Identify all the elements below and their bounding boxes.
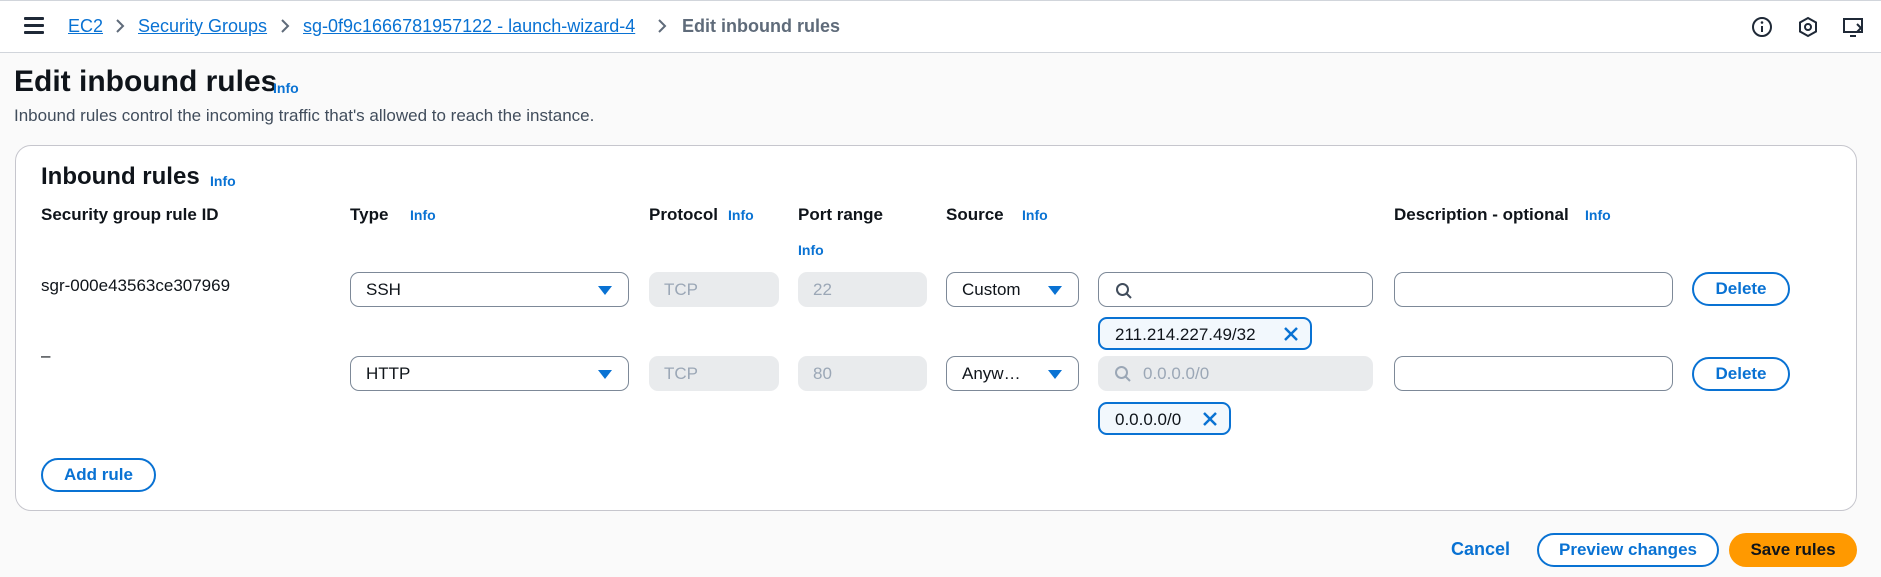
source-type-value: Custom [962, 280, 1021, 299]
close-icon[interactable] [1201, 410, 1219, 428]
breadcrumb-ec2[interactable]: EC2 [68, 16, 103, 37]
port-range-value: 80 [813, 364, 832, 383]
main-content: Edit inbound rules Info Inbound rules co… [0, 53, 1881, 577]
protocol-value: TCP [664, 280, 698, 299]
breadcrumb-current: Edit inbound rules [682, 16, 840, 36]
source-cidr-token: 211.214.227.49/32 [1098, 317, 1312, 350]
delete-rule-button[interactable]: Delete [1692, 357, 1790, 391]
panel-title: Inbound rules [41, 163, 200, 190]
source-info-link[interactable]: Info [1022, 207, 1048, 223]
column-header-type: Type [350, 205, 389, 224]
page-description: Inbound rules control the incoming traff… [14, 106, 595, 125]
protocol-value: TCP [664, 364, 698, 383]
chevron-right-icon [281, 19, 290, 33]
source-type-select[interactable]: Custom [946, 272, 1079, 307]
type-info-link[interactable]: Info [410, 207, 436, 223]
description-input[interactable] [1394, 356, 1673, 391]
caret-down-icon [598, 370, 612, 379]
protocol-info-link[interactable]: Info [728, 207, 754, 223]
hamburger-menu-icon[interactable] [24, 17, 44, 35]
search-icon [1115, 366, 1131, 382]
rule-id-value: sgr-000e43563ce307969 [41, 276, 231, 295]
caret-down-icon [1048, 370, 1062, 379]
panel-info-link[interactable]: Info [210, 173, 236, 189]
source-search-input[interactable] [1098, 272, 1373, 307]
type-select-value: SSH [366, 280, 401, 299]
source-type-select[interactable]: Anyw… [946, 356, 1079, 391]
column-header-protocol: Protocol [649, 205, 718, 224]
caret-down-icon [1048, 286, 1062, 295]
caret-down-icon [598, 286, 612, 295]
breadcrumb-security-groups[interactable]: Security Groups [138, 16, 267, 37]
port-range-info-link[interactable]: Info [798, 242, 824, 258]
close-icon[interactable] [1282, 325, 1300, 343]
search-placeholder: 0.0.0.0/0 [1143, 364, 1210, 383]
breadcrumb-security-group[interactable]: sg-0f9c1666781957122 - launch-wizard-4 [303, 16, 635, 37]
port-range-field: 22 [798, 272, 927, 307]
port-range-field: 80 [798, 356, 927, 391]
source-cidr-token: 0.0.0.0/0 [1098, 402, 1231, 435]
source-cidr-value: 211.214.227.49/32 [1115, 325, 1256, 344]
preview-changes-button[interactable]: Preview changes [1537, 533, 1719, 567]
hexagon-settings-icon[interactable] [1796, 15, 1820, 39]
description-info-link[interactable]: Info [1585, 207, 1611, 223]
description-input[interactable] [1394, 272, 1673, 307]
save-rules-button[interactable]: Save rules [1729, 533, 1857, 567]
protocol-field: TCP [649, 356, 779, 391]
top-navigation-bar: EC2 Security Groups sg-0f9c1666781957122… [0, 0, 1881, 53]
source-search-input: 0.0.0.0/0 [1098, 356, 1373, 391]
inbound-rules-panel: Inbound rules Info Security group rule I… [15, 145, 1857, 511]
source-cidr-value: 0.0.0.0/0 [1115, 410, 1182, 429]
rule-id-value: – [41, 346, 51, 365]
type-select[interactable]: SSH [350, 272, 629, 307]
delete-rule-button[interactable]: Delete [1692, 272, 1790, 306]
screen-share-icon[interactable] [1842, 15, 1866, 39]
source-type-value: Anyw… [962, 364, 1021, 383]
column-header-rule-id: Security group rule ID [41, 205, 219, 224]
port-range-value: 22 [813, 280, 832, 299]
cancel-button[interactable]: Cancel [1451, 539, 1510, 560]
type-select-value: HTTP [366, 364, 411, 383]
type-select[interactable]: HTTP [350, 356, 629, 391]
add-rule-button[interactable]: Add rule [41, 458, 156, 492]
page-title: Edit inbound rules [14, 65, 278, 98]
search-icon [1116, 283, 1132, 299]
info-circle-icon[interactable] [1750, 15, 1774, 39]
protocol-field: TCP [649, 272, 779, 307]
chevron-right-icon [116, 19, 125, 33]
column-header-port-range: Port range [798, 205, 884, 224]
page-info-link[interactable]: Info [273, 80, 299, 96]
chevron-right-icon [658, 19, 667, 33]
column-header-description: Description - optional [1394, 205, 1569, 224]
column-header-source: Source [946, 205, 1004, 224]
